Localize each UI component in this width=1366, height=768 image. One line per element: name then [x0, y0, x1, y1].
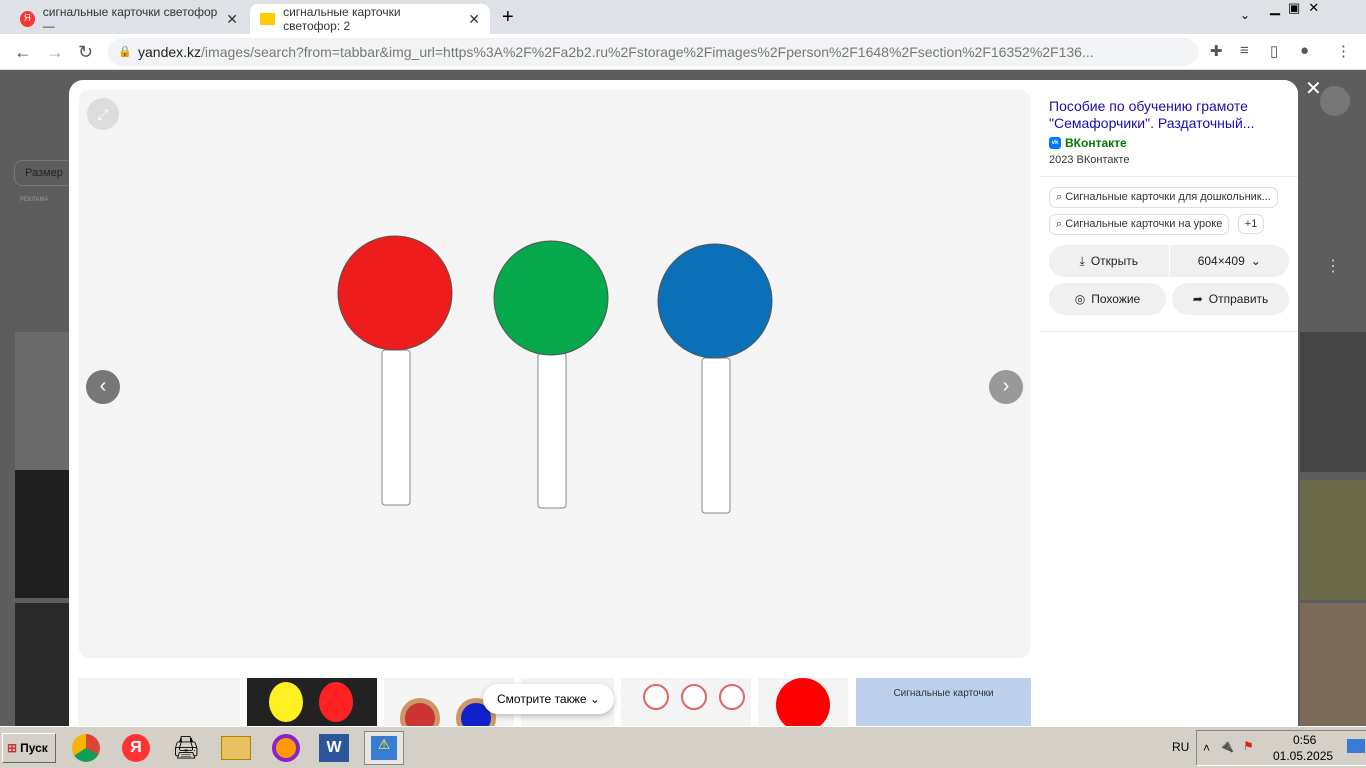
- size-filter[interactable]: Размер: [14, 160, 74, 186]
- see-also-label: Смотрите также: [497, 692, 587, 706]
- more-options-icon[interactable]: ⋮: [1325, 256, 1341, 276]
- show-hidden-icons[interactable]: ˄: [1203, 741, 1210, 755]
- more-queries-chip[interactable]: +1: [1237, 214, 1265, 234]
- main-image: [337, 235, 773, 514]
- bg-thumb[interactable]: [1300, 332, 1366, 472]
- system-tray: ˄ 🔌 ⚑ 0:56 01.05.2025: [1196, 730, 1366, 766]
- prev-image-button[interactable]: ‹: [86, 370, 120, 404]
- thumb-caption: Сигнальные карточки: [893, 688, 994, 699]
- url-path: /images/search?from=tabbar&img_url=https…: [201, 44, 1094, 60]
- profile-icon[interactable]: ●: [1300, 42, 1309, 59]
- windows-logo-icon: ⊞: [7, 741, 18, 755]
- window-controls[interactable]: ▁▣✕: [1270, 0, 1327, 16]
- image-meta: 2023 ВКонтакте: [1049, 154, 1130, 166]
- thumbnail[interactable]: [621, 678, 751, 726]
- clock-date[interactable]: 01.05.2025: [1273, 749, 1333, 763]
- related-query-chip[interactable]: ⌕ Сигнальные карточки на уроке: [1049, 214, 1230, 235]
- chip-label: Сигнальные карточки для дошкольник...: [1065, 191, 1271, 203]
- close-tab-icon[interactable]: ✕: [468, 11, 480, 28]
- lock-icon: 🔒: [118, 46, 132, 58]
- related-query-chip[interactable]: ⌕ Сигнальные карточки для дошкольник...: [1049, 187, 1278, 208]
- info-panel: Пособие по обучению грамоте "Семафорчики…: [1040, 80, 1298, 726]
- thumbnail[interactable]: [247, 678, 377, 726]
- resolution-label: 604×409: [1197, 254, 1245, 268]
- language-indicator[interactable]: RU: [1172, 740, 1189, 754]
- url-host: yandex.kz: [138, 44, 202, 60]
- start-button[interactable]: ⊞ Пуск: [2, 733, 56, 763]
- thumbnail[interactable]: Сигнальные карточки: [856, 678, 1031, 726]
- show-desktop-icon[interactable]: [1347, 739, 1365, 753]
- sidepanel-icon[interactable]: ▯: [1270, 42, 1278, 60]
- printer-taskbar-icon[interactable]: 🖨: [166, 731, 206, 765]
- user-avatar[interactable]: [1320, 86, 1350, 116]
- info-card: Пособие по обучению грамоте "Семафорчики…: [1040, 80, 1298, 323]
- image-title-link[interactable]: Пособие по обучению грамоте "Семафорчики…: [1049, 98, 1289, 132]
- bg-thumb[interactable]: [15, 603, 70, 726]
- share-label: Отправить: [1208, 292, 1269, 306]
- bg-thumb[interactable]: [15, 470, 70, 598]
- open-button[interactable]: ⤓ Открыть: [1049, 245, 1169, 277]
- similar-button[interactable]: ◎ Похожие: [1049, 283, 1166, 315]
- tab-strip: Ясигнальные карточки светофор — ✕ сигналь…: [0, 0, 1366, 34]
- tab-label: сигнальные карточки светофор: 2: [283, 5, 401, 33]
- download-icon: ⤓: [1079, 253, 1085, 268]
- see-also-button[interactable]: Смотрите также ⌄: [483, 684, 614, 714]
- image-favicon-icon: [260, 13, 276, 25]
- bg-thumb[interactable]: [1300, 603, 1366, 726]
- extensions-icon[interactable]: ✚: [1210, 42, 1223, 60]
- signal-card-red: [337, 235, 453, 506]
- close-tab-icon[interactable]: ✕: [226, 11, 238, 28]
- bg-thumb[interactable]: [15, 332, 70, 472]
- similar-label: Похожие: [1091, 292, 1141, 306]
- lens-icon: ◎: [1074, 292, 1086, 306]
- new-tab-button[interactable]: +: [502, 6, 514, 29]
- power-icon[interactable]: 🔌: [1219, 739, 1234, 753]
- image-viewer-modal: ⤢ ‹ › Сигнальные карточки Смотрите также…: [69, 80, 1298, 726]
- start-label: Пуск: [20, 741, 48, 755]
- ad-label: РЕКЛАМА: [20, 197, 49, 203]
- chip-label: Сигнальные карточки на уроке: [1065, 218, 1223, 230]
- share-arrow-icon: ➦: [1192, 292, 1203, 306]
- close-viewer-button[interactable]: ✕: [1305, 76, 1322, 101]
- chrome-taskbar-icon[interactable]: [66, 731, 106, 765]
- media-icon[interactable]: ≡: [1240, 42, 1249, 59]
- network-flag-icon[interactable]: ⚑: [1243, 739, 1254, 753]
- menu-icon[interactable]: ⋮: [1336, 42, 1351, 60]
- thumbnail[interactable]: [78, 678, 240, 726]
- open-label: Открыть: [1090, 254, 1138, 268]
- explorer-taskbar-icon[interactable]: [216, 731, 256, 765]
- app-taskbar-icon[interactable]: [266, 731, 306, 765]
- next-image-button[interactable]: ›: [989, 370, 1023, 404]
- yandex-favicon-icon: Я: [20, 11, 35, 27]
- bg-thumb[interactable]: [1300, 480, 1366, 600]
- reload-button[interactable]: ↻: [78, 42, 93, 63]
- url-input[interactable]: 🔒 yandex.kz/images/search?from=tabbar&img…: [108, 38, 1198, 66]
- tab-search-icon[interactable]: ⌄: [1240, 8, 1250, 22]
- tab-images[interactable]: сигнальные карточки светофор: 2 ✕: [250, 4, 490, 34]
- signal-card-green: [493, 240, 609, 509]
- word-taskbar-icon[interactable]: W: [314, 731, 354, 765]
- panel-blank-area: [1040, 331, 1298, 726]
- back-button[interactable]: ←: [14, 42, 32, 63]
- tab-label: сигнальные карточки светофор —: [42, 5, 218, 33]
- source-link[interactable]: vk ВКонтакте: [1049, 136, 1289, 150]
- chevron-down-icon: ⌄: [589, 692, 600, 706]
- signal-card-blue: [657, 243, 773, 514]
- active-app-taskbar-icon[interactable]: ⚠: [364, 731, 404, 765]
- source-name: ВКонтакте: [1065, 136, 1127, 150]
- thumbnail[interactable]: [758, 678, 848, 726]
- share-button[interactable]: ➦ Отправить: [1172, 283, 1289, 315]
- image-viewer: ⤢ ‹ ›: [79, 90, 1030, 658]
- vk-icon: vk: [1049, 137, 1061, 149]
- clock-time[interactable]: 0:56: [1293, 733, 1316, 747]
- windows-taskbar: ⊞ Пуск Я 🖨 W ⚠ RU ˄ 🔌 ⚑ 0:56 01.05.2025: [0, 726, 1366, 768]
- chevron-down-icon: ⌄: [1250, 254, 1261, 268]
- resolution-dropdown[interactable]: 604×409 ⌄: [1169, 245, 1289, 277]
- forward-button[interactable]: →: [46, 42, 64, 63]
- address-bar-row: ← → ↻ 🔒 yandex.kz/images/search?from=tabb…: [0, 34, 1366, 70]
- search-results-background: Размер РЕКЛАМА ⤢ ‹ › Сигнальные карточки…: [0, 70, 1366, 726]
- yandex-browser-taskbar-icon[interactable]: Я: [116, 731, 156, 765]
- tab-yandex-search[interactable]: Ясигнальные карточки светофор — ✕: [10, 4, 248, 34]
